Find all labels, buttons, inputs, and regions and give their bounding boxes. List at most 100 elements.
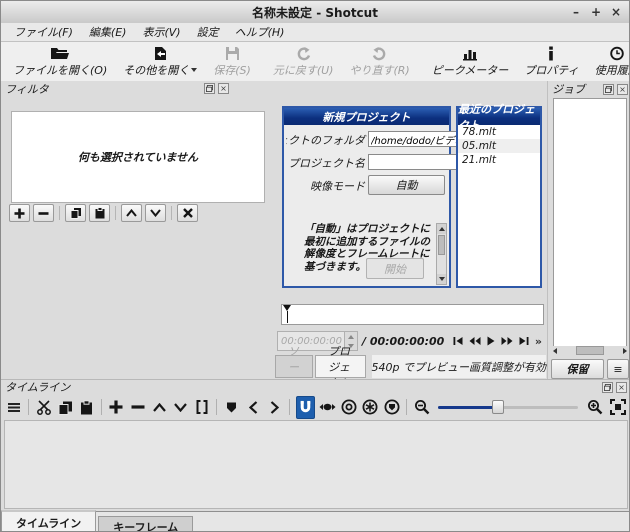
deselect-filter-button[interactable]: [177, 204, 198, 222]
close-panel-icon[interactable]: ×: [617, 83, 628, 95]
main-area: フィルタ × 何も選択されていません 新規プロジェクト クトのフォルダ /hom…: [1, 81, 629, 390]
close-panel-icon[interactable]: ×: [218, 83, 229, 94]
scrollbar-thumb[interactable]: [576, 346, 604, 355]
rewind-button[interactable]: [469, 336, 481, 346]
filter-toolbar-separator: [171, 206, 172, 220]
scroll-up-icon[interactable]: [437, 224, 446, 234]
move-filter-down-button[interactable]: [145, 204, 166, 222]
menu-settings[interactable]: 設定: [190, 23, 226, 41]
cut-button[interactable]: [35, 397, 52, 418]
hold-jobs-button[interactable]: 保留: [551, 359, 604, 379]
float-panel-icon[interactable]: [602, 381, 613, 393]
close-panel-icon[interactable]: ×: [616, 381, 627, 393]
scroll-left-icon[interactable]: [553, 347, 557, 354]
paste-filters-button[interactable]: [89, 204, 110, 222]
dropdown-arrow-icon: [191, 67, 198, 72]
slider-thumb[interactable]: [491, 400, 504, 414]
previous-marker-button[interactable]: [244, 397, 261, 418]
minimize-button[interactable]: –: [567, 4, 585, 20]
next-marker-button[interactable]: [266, 397, 283, 418]
bottom-tab-bar: タイムライン キーフレーム: [1, 510, 629, 531]
redo-button[interactable]: やり直す(R): [341, 42, 417, 81]
history-button[interactable]: 使用履歴: [587, 42, 629, 81]
copy-button[interactable]: [56, 397, 73, 418]
description-scrollbar[interactable]: [436, 223, 447, 285]
tab-project[interactable]: プロジェクト: [315, 345, 366, 390]
scroll-right-icon[interactable]: [623, 347, 627, 354]
menu-edit[interactable]: 編集(E): [82, 23, 134, 41]
float-panel-icon[interactable]: [204, 83, 215, 94]
peak-meter-button[interactable]: ピークメーター: [424, 42, 517, 81]
menu-help[interactable]: ヘルプ(H): [228, 23, 292, 41]
maximize-button[interactable]: +: [587, 4, 605, 20]
jobs-panel-title: ジョブ: [552, 83, 585, 96]
history-icon: [609, 46, 625, 61]
jobs-list[interactable]: [553, 98, 627, 348]
paste-button[interactable]: [78, 397, 95, 418]
spin-up-icon[interactable]: [345, 332, 357, 341]
save-button[interactable]: 保存(S): [205, 42, 259, 81]
ripple-all-tracks-button[interactable]: [362, 397, 379, 418]
seek-bar[interactable]: [281, 304, 544, 325]
new-project-title: 新規プロジェクト: [284, 108, 449, 125]
skip-to-start-button[interactable]: [453, 336, 463, 346]
move-filter-up-button[interactable]: [121, 204, 142, 222]
close-button[interactable]: ×: [607, 4, 625, 20]
float-panel-icon[interactable]: [603, 83, 614, 95]
append-button[interactable]: [108, 397, 125, 418]
timeline-tracks-area[interactable]: [4, 420, 628, 509]
recent-project-item[interactable]: 21.mlt: [458, 153, 540, 167]
scroll-down-icon[interactable]: [437, 274, 446, 284]
menu-view[interactable]: 表示(V): [135, 23, 187, 41]
open-file-button[interactable]: ファイルを開く(O): [5, 42, 115, 81]
jobs-scrollbar[interactable]: [553, 346, 627, 355]
copy-filters-button[interactable]: [65, 204, 86, 222]
timeline-zoom-slider[interactable]: [438, 400, 579, 414]
open-other-button[interactable]: その他を開く: [115, 42, 205, 81]
split-button[interactable]: [193, 397, 210, 418]
filter-toolbar-separator: [115, 206, 116, 220]
ripple-toggle-button[interactable]: [340, 397, 357, 418]
skip-to-end-button[interactable]: [519, 336, 529, 346]
properties-button[interactable]: プロパティ: [516, 42, 586, 81]
hamburger-icon: [7, 402, 20, 412]
redo-icon: [372, 46, 388, 61]
add-filter-button[interactable]: [9, 204, 30, 222]
title-bar[interactable]: 名称未設定 - Shotcut – + ×: [1, 1, 629, 24]
undo-button[interactable]: 元に戻す(U): [265, 42, 342, 81]
peak-meter-icon: [462, 46, 478, 61]
lift-button[interactable]: [150, 397, 167, 418]
tab-source[interactable]: ソース: [275, 345, 314, 390]
preview-scaling-status: 540p でプレビュー画質調整が有効: [371, 355, 546, 378]
zoom-fit-button[interactable]: [610, 397, 627, 418]
menu-file[interactable]: ファイル(F): [7, 23, 80, 41]
tab-keyframes[interactable]: キーフレーム: [98, 516, 194, 531]
scrollbar-thumb[interactable]: [438, 235, 445, 255]
fast-forward-button[interactable]: [501, 336, 513, 346]
timeline-menu-button[interactable]: [5, 397, 22, 418]
start-button[interactable]: 開始: [366, 258, 424, 279]
zoom-in-button[interactable]: [586, 397, 603, 418]
playhead-marker[interactable]: [283, 305, 291, 323]
save-icon: [225, 46, 240, 61]
remove-filter-button[interactable]: [33, 204, 54, 222]
ripple-markers-button[interactable]: [383, 397, 400, 418]
player-tab-bar: ソース プロジェクト 540p でプレビュー画質調整が有効: [275, 345, 546, 390]
scrub-while-dragging-button[interactable]: [319, 397, 336, 418]
undo-icon: [295, 46, 311, 61]
overwrite-button[interactable]: [172, 397, 189, 418]
ripple-delete-button[interactable]: [129, 397, 146, 418]
transport-overflow-button[interactable]: »: [535, 335, 542, 348]
jobs-menu-button[interactable]: ≡: [607, 359, 629, 379]
play-button[interactable]: [487, 336, 495, 346]
snap-toggle-button[interactable]: [295, 395, 316, 419]
tab-timeline[interactable]: タイムライン: [1, 510, 97, 531]
zoom-out-button[interactable]: [413, 397, 430, 418]
video-mode-button[interactable]: 自動: [368, 175, 445, 195]
recent-project-item[interactable]: 05.mlt: [458, 139, 540, 153]
marker-button[interactable]: [223, 397, 240, 418]
timeline-panel-title: タイムライン: [5, 381, 71, 394]
open-other-icon: [152, 46, 168, 61]
recent-projects-panel: 最近のプロジェクト 78.mlt 05.mlt 21.mlt: [456, 103, 542, 288]
filter-panel-title: フィルタ: [5, 83, 49, 96]
